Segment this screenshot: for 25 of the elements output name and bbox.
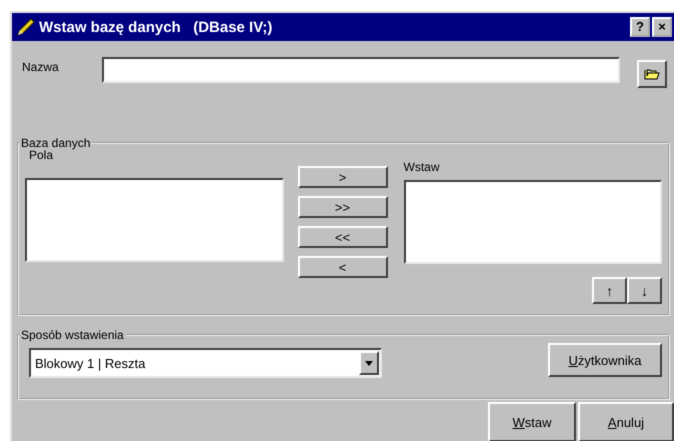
close-button[interactable]: × <box>652 17 672 37</box>
window-title: Wstaw bazę danych (DBase IV;) <box>39 18 272 36</box>
browse-button[interactable] <box>637 60 667 88</box>
insert-label: Wstaw <box>404 160 440 176</box>
mode-dropdown[interactable]: Blokowy 1 | Reszta <box>29 348 382 378</box>
group-title: Baza danych <box>20 136 92 150</box>
move-button[interactable]: ↓ <box>627 277 662 304</box>
dropdown-arrow-icon <box>365 360 373 366</box>
help-button[interactable]: ? <box>630 17 650 37</box>
fields-label: Pola <box>28 148 54 164</box>
transfer-button[interactable]: > <box>298 166 388 188</box>
cancel-button[interactable]: Anuluj <box>578 402 674 441</box>
fields-list[interactable] <box>25 178 284 262</box>
insert-button[interactable]: Wstaw <box>488 402 576 441</box>
name-field[interactable] <box>102 57 620 83</box>
name-label: Nazwa <box>21 60 60 74</box>
insert-list[interactable] <box>404 180 662 264</box>
transfer-button[interactable]: < <box>298 256 388 278</box>
folder-icon <box>644 67 660 81</box>
user-button[interactable]: Użytkownika <box>548 343 662 377</box>
transfer-button[interactable]: << <box>298 226 388 248</box>
group-title: Sposób wstawienia <box>20 328 125 342</box>
move-button[interactable]: ↑ <box>592 277 627 304</box>
pencil-icon <box>16 17 36 37</box>
transfer-button[interactable]: >> <box>298 196 388 218</box>
